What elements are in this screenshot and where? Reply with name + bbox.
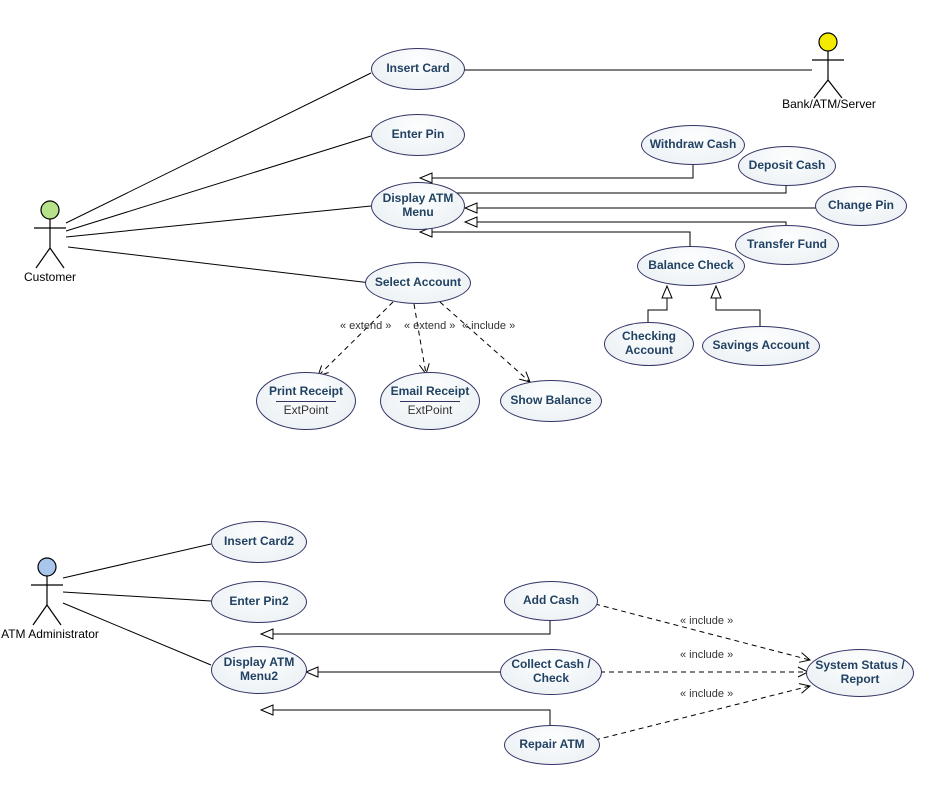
usecase-email-receipt-label: Email Receipt [391,385,470,399]
usecase-add-cash: Add Cash [504,581,598,621]
label-include-2: « include » [680,615,733,627]
usecase-change-pin: Change Pin [815,186,907,226]
actor-bankserver-label: Bank/ATM/Server [774,97,884,111]
usecase-savings-account: Savings Account [702,326,820,366]
usecase-print-receipt: Print Receipt ExtPoint [256,372,356,430]
usecase-enter-pin2: Enter Pin2 [211,581,307,623]
usecase-enter-pin: Enter Pin [371,114,465,156]
usecase-insert-card2: Insert Card2 [211,521,307,563]
usecase-collect-cash: Collect Cash / Check [500,649,602,695]
usecase-deposit-cash: Deposit Cash [738,146,836,186]
actor-atmadmin-icon [31,558,63,625]
label-include-1: « include » [462,320,515,332]
usecase-show-balance: Show Balance [500,380,602,422]
extension-point-divider [276,401,336,402]
actor-customer-icon [34,201,66,268]
label-extend-2: « extend » [404,320,455,332]
usecase-email-receipt: Email Receipt ExtPoint [380,372,480,430]
usecase-display-menu2: Display ATM Menu2 [211,646,307,694]
label-include-4: « include » [680,688,733,700]
actor-customer-label: Customer [6,270,94,284]
usecase-transfer-fund: Transfer Fund [735,225,839,265]
actor-bankserver-icon [812,33,844,98]
usecase-print-receipt-extpoint: ExtPoint [284,404,329,418]
usecase-balance-check: Balance Check [637,246,745,286]
extension-point-divider [400,401,460,402]
usecase-email-receipt-extpoint: ExtPoint [408,404,453,418]
usecase-checking-account: Checking Account [604,322,694,366]
usecase-withdraw-cash: Withdraw Cash [641,125,745,165]
usecase-repair-atm: Repair ATM [504,725,600,765]
usecase-insert-card: Insert Card [371,48,465,90]
usecase-display-menu: Display ATM Menu [371,182,465,230]
actor-atmadmin-label: ATM Administrator [0,627,100,641]
usecase-system-status: System Status / Report [806,649,914,697]
usecase-print-receipt-label: Print Receipt [269,385,343,399]
label-include-3: « include » [680,649,733,661]
usecase-select-account: Select Account [365,262,471,304]
label-extend-1: « extend » [340,320,391,332]
